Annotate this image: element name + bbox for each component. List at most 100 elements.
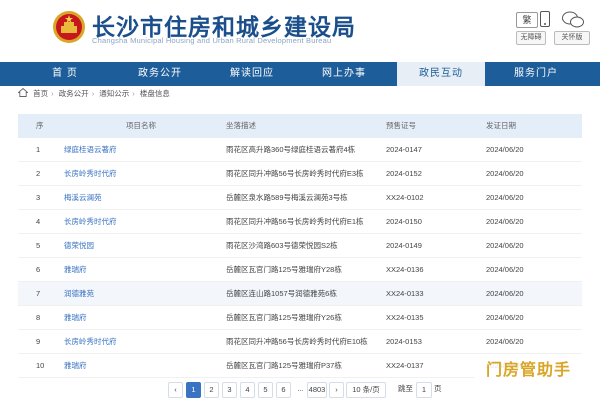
- license-cell: XX24-0137: [386, 361, 424, 370]
- project-name-link[interactable]: 长房岭秀时代府: [64, 330, 117, 354]
- jump-label: 跳至: [398, 384, 413, 393]
- date-cell: 2024/06/20: [486, 313, 524, 322]
- row-number: 4: [36, 217, 41, 226]
- address-cell: 雨花区同升冲路56号长房岭秀时代府E1栋: [226, 217, 364, 226]
- row-number: 1: [36, 145, 41, 154]
- table-row: 7 润德雅苑 岳麓区连山路1057号润德雅苑6栋 XX24-0133 2024/06/2…: [18, 282, 582, 306]
- page-size-value: 10: [352, 385, 361, 394]
- table-row: 2 长房岭秀时代府 雨花区同升冲路56号长房岭秀时代府E3栋 2024-0152 202…: [18, 162, 582, 186]
- mobile-phone-icon[interactable]: [540, 11, 550, 27]
- table-body: 1 绿庭桂语云著府 雨花区高升路360号绿庭桂语云著府4栋 2024-0147 2024…: [18, 138, 582, 378]
- page-button[interactable]: 5: [258, 382, 273, 398]
- date-cell: 2024/06/20: [486, 289, 524, 298]
- project-name-link[interactable]: 德荣悦园: [64, 234, 94, 258]
- home-icon: [18, 88, 28, 97]
- address-cell: 岳麓区瓦官门路125号雅瑞府Y26栋: [226, 313, 342, 322]
- project-name-link[interactable]: 长房岭秀时代府: [64, 162, 117, 186]
- address-cell: 雨花区同升冲路56号长房岭秀时代府E3栋: [226, 169, 364, 178]
- main-nav: 首 页 政务公开 解读回应 网上办事 政民互动 服务门户: [0, 62, 600, 86]
- license-cell: 2024-0149: [386, 241, 422, 250]
- accessibility-button[interactable]: 无障碍: [516, 31, 546, 45]
- date-cell: 2024/06/20: [486, 241, 524, 250]
- date-cell: 2024/06/20: [486, 265, 524, 274]
- next-page-button[interactable]: ›: [329, 382, 344, 398]
- site-header: 长沙市住房和城乡建设局 Changsha Municipal Housing a…: [0, 0, 600, 62]
- breadcrumb-gov-affairs[interactable]: 政务公开: [59, 89, 89, 98]
- jump-unit: 页: [434, 384, 442, 393]
- watermark: 门房管助手: [474, 354, 592, 380]
- table-header: 序 项目名称 坐落描述 预售证号 发证日期: [18, 114, 582, 138]
- national-emblem-icon: [53, 11, 85, 43]
- page-button[interactable]: 4: [240, 382, 255, 398]
- address-cell: 岳麓区连山路1057号润德雅苑6栋: [226, 289, 337, 298]
- license-cell: XX24-0136: [386, 265, 424, 274]
- address-cell: 岳麓区瓦官门路125号雅瑞府Y28栋: [226, 265, 342, 274]
- page-size-unit: 条/页: [362, 385, 380, 394]
- row-number: 7: [36, 289, 41, 298]
- jump-page-input[interactable]: 1: [416, 382, 432, 398]
- row-number: 2: [36, 169, 41, 178]
- license-cell: 2024-0150: [386, 217, 422, 226]
- row-number: 10: [36, 361, 45, 370]
- page-button[interactable]: 6: [276, 382, 291, 398]
- license-cell: XX24-0102: [386, 193, 424, 202]
- license-cell: XX24-0135: [386, 313, 424, 322]
- pagination: ‹ 1 2 3 4 5 6 ... 4803 › 10 条/页 跳至 1 页: [0, 382, 600, 398]
- page-size-select[interactable]: 10 条/页: [346, 382, 386, 398]
- property-table: 序 项目名称 坐落描述 预售证号 发证日期 1 绿庭桂语云著府 雨花区高升路360号…: [18, 114, 582, 378]
- col-header-name: 项目名称: [126, 121, 156, 130]
- row-number: 6: [36, 265, 41, 274]
- row-number: 5: [36, 241, 41, 250]
- nav-gov-affairs[interactable]: 政务公开: [116, 62, 204, 86]
- row-number: 3: [36, 193, 41, 202]
- breadcrumb-home[interactable]: 首页: [33, 89, 48, 98]
- project-name-link[interactable]: 梅溪云澜苑: [64, 186, 102, 210]
- table-row: 6 雅瑞府 岳麓区瓦官门路125号雅瑞府Y28栋 XX24-0136 2024/06/2…: [18, 258, 582, 282]
- date-cell: 2024/06/20: [486, 169, 524, 178]
- page-button[interactable]: 1: [186, 382, 201, 398]
- project-name-link[interactable]: 润德雅苑: [64, 282, 94, 306]
- address-cell: 岳麓区泉水路589号梅溪云澜苑3号栋: [226, 193, 348, 202]
- breadcrumb-separator: ›: [91, 89, 95, 98]
- license-cell: 2024-0153: [386, 337, 422, 346]
- table-row: 1 绿庭桂语云著府 雨花区高升路360号绿庭桂语云著府4栋 2024-0147 2024…: [18, 138, 582, 162]
- row-number: 9: [36, 337, 41, 346]
- address-cell: 岳麓区瓦官门路125号雅瑞府P37栋: [226, 361, 342, 370]
- header-tools: 繁 无障碍 关怀版: [512, 10, 592, 46]
- elder-mode-button[interactable]: 关怀版: [554, 31, 590, 45]
- project-name-link[interactable]: 长房岭秀时代府: [64, 210, 117, 234]
- project-name-link[interactable]: 雅瑞府: [64, 258, 87, 282]
- address-cell: 雨花区沙湾路603号德荣悦园S2栋: [226, 241, 338, 250]
- nav-interpretation[interactable]: 解读回应: [208, 62, 296, 86]
- prev-page-button[interactable]: ‹: [168, 382, 183, 398]
- last-page-button[interactable]: 4803: [307, 382, 327, 398]
- site-subtitle: Changsha Municipal Housing and Urban Rur…: [92, 36, 332, 45]
- nav-service-portal[interactable]: 服务门户: [492, 62, 580, 86]
- date-cell: 2024/06/20: [486, 193, 524, 202]
- license-cell: XX24-0133: [386, 289, 424, 298]
- breadcrumb-separator: ›: [51, 89, 54, 98]
- nav-online-services[interactable]: 网上办事: [300, 62, 388, 86]
- nav-interaction[interactable]: 政民互动: [397, 62, 485, 86]
- col-header-no: 序: [36, 121, 44, 130]
- project-name-link[interactable]: 绿庭桂语云著府: [64, 138, 117, 162]
- license-cell: 2024-0147: [386, 145, 422, 154]
- nav-home[interactable]: 首 页: [21, 62, 109, 86]
- breadcrumb: 首页 › 政务公开 › 通知公示 › 楼盘信息: [18, 88, 173, 102]
- project-name-link[interactable]: 雅瑞府: [64, 306, 87, 330]
- table-row: 3 梅溪云澜苑 岳麓区泉水路589号梅溪云澜苑3号栋 XX24-0102 2024/06…: [18, 186, 582, 210]
- address-cell: 雨花区高升路360号绿庭桂语云著府4栋: [226, 145, 356, 154]
- traditional-chinese-button[interactable]: 繁: [516, 12, 538, 28]
- watermark-text: 门房管助手: [486, 362, 572, 379]
- address-cell: 雨花区同升冲路56号长房岭秀时代府E10栋: [226, 337, 368, 346]
- row-number: 8: [36, 313, 41, 322]
- page-button[interactable]: 3: [222, 382, 237, 398]
- breadcrumb-current: 楼盘信息: [139, 89, 170, 98]
- table-row: 5 德荣悦园 雨花区沙湾路603号德荣悦园S2栋 2024-0149 2024/06/2…: [18, 234, 582, 258]
- col-header-address: 坐落描述: [226, 121, 256, 130]
- page-button[interactable]: 2: [204, 382, 219, 398]
- breadcrumb-notices[interactable]: 通知公示: [99, 89, 129, 98]
- wechat-icon[interactable]: [562, 11, 584, 29]
- col-header-date: 发证日期: [486, 121, 516, 130]
- project-name-link[interactable]: 雅瑞府: [64, 354, 87, 378]
